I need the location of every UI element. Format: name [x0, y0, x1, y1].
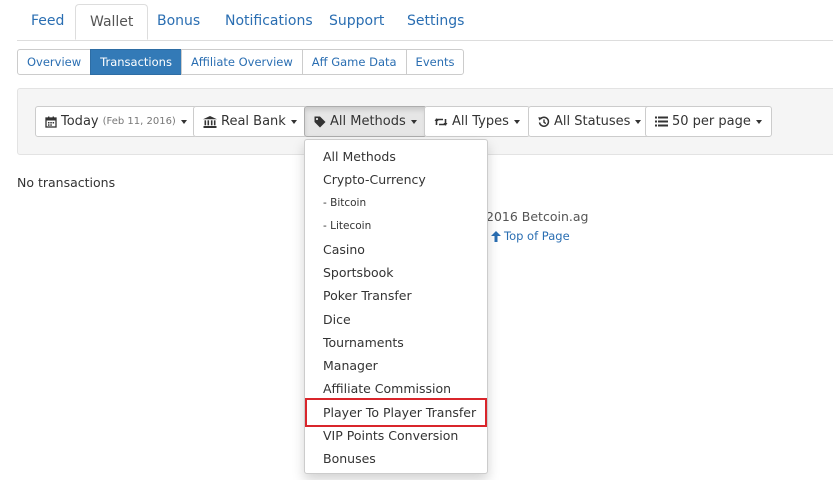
date-filter-button[interactable]: Today (Feb 11, 2016)	[35, 106, 197, 137]
arrow-up-icon	[491, 230, 501, 242]
statuses-filter-button[interactable]: All Statuses	[528, 106, 652, 137]
subtab-events[interactable]: Events	[405, 49, 465, 75]
subtab-affiliate-overview[interactable]: Affiliate Overview	[180, 49, 303, 75]
tag-icon	[314, 116, 326, 128]
statuses-filter-label: All Statuses	[554, 114, 631, 129]
subtab-aff-game-data[interactable]: Aff Game Data	[301, 49, 407, 75]
method-option-manager[interactable]: Manager	[305, 354, 487, 377]
bank-filter-label: Real Bank	[221, 114, 286, 129]
retweet-icon	[434, 116, 448, 128]
method-option-all-methods[interactable]: All Methods	[305, 145, 487, 168]
method-option-crypto-currency[interactable]: Crypto-Currency	[305, 168, 487, 191]
methods-filter-label: All Methods	[330, 114, 406, 129]
caret-down-icon	[635, 119, 642, 124]
method-option-litecoin[interactable]: - Litecoin	[305, 215, 487, 238]
tab-bonus[interactable]: Bonus	[157, 10, 200, 32]
subtab-overview[interactable]: Overview	[17, 49, 92, 75]
date-filter-label: Today	[61, 114, 99, 129]
no-transactions-message: No transactions	[17, 175, 116, 190]
caret-down-icon	[290, 119, 297, 124]
methods-dropdown-menu: All Methods Crypto-Currency - Bitcoin - …	[304, 139, 488, 474]
method-option-casino[interactable]: Casino	[305, 238, 487, 261]
tab-settings[interactable]: Settings	[407, 10, 464, 32]
wallet-sub-tabs: Overview Transactions Affiliate Overview…	[17, 49, 465, 75]
top-of-page-label: Top of Page	[504, 229, 570, 243]
caret-down-icon	[180, 119, 187, 124]
date-filter-value: (Feb 11, 2016)	[102, 116, 176, 127]
method-option-dice[interactable]: Dice	[305, 308, 487, 331]
tab-notifications[interactable]: Notifications	[225, 10, 313, 32]
method-option-poker-transfer[interactable]: Poker Transfer	[305, 284, 487, 307]
footer-copyright: 2016 Betcoin.ag	[486, 209, 589, 224]
method-option-tournaments[interactable]: Tournaments	[305, 331, 487, 354]
bank-icon	[203, 115, 217, 128]
tab-support[interactable]: Support	[329, 10, 384, 32]
method-option-bonuses[interactable]: Bonuses	[305, 447, 487, 470]
caret-down-icon	[755, 119, 762, 124]
method-option-vip-points-conversion[interactable]: VIP Points Conversion	[305, 424, 487, 447]
tab-wallet[interactable]: Wallet	[75, 4, 149, 40]
top-tabs: Feed Wallet Bonus Notifications Support …	[17, 0, 833, 41]
caret-down-icon	[410, 119, 417, 124]
per-page-label: 50 per page	[672, 114, 751, 129]
caret-down-icon	[513, 119, 520, 124]
method-option-bitcoin[interactable]: - Bitcoin	[305, 192, 487, 215]
method-option-sportsbook[interactable]: Sportsbook	[305, 261, 487, 284]
list-icon	[655, 116, 668, 127]
bank-filter-button[interactable]: Real Bank	[193, 106, 307, 137]
methods-filter-button[interactable]: All Methods	[304, 106, 427, 137]
top-of-page-link[interactable]: Top of Page	[491, 229, 570, 243]
per-page-button[interactable]: 50 per page	[645, 106, 772, 137]
calendar-icon	[45, 116, 57, 128]
history-icon	[538, 116, 550, 128]
method-option-affiliate-commission[interactable]: Affiliate Commission	[305, 377, 487, 400]
subtab-transactions[interactable]: Transactions	[90, 49, 182, 75]
types-filter-label: All Types	[452, 114, 509, 129]
types-filter-button[interactable]: All Types	[424, 106, 530, 137]
tab-feed[interactable]: Feed	[31, 10, 64, 32]
method-option-player-to-player-transfer[interactable]: Player To Player Transfer	[305, 401, 487, 424]
